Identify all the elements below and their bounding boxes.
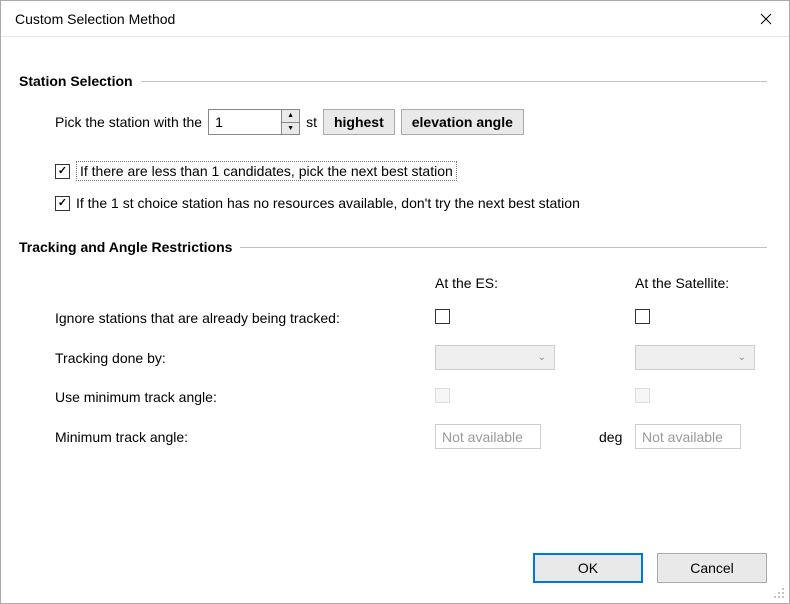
ordinal-row: Pick the station with the ▲ ▼ st highest…: [55, 109, 767, 135]
tracking-done-by-label: Tracking done by:: [55, 350, 435, 366]
titlebar: Custom Selection Method: [1, 1, 789, 37]
cancel-button[interactable]: Cancel: [657, 553, 767, 583]
use-min-angle-sat-checkbox: [635, 388, 650, 403]
tracking-header: Tracking and Angle Restrictions: [19, 239, 767, 255]
chevron-down-icon: ⌄: [738, 352, 746, 363]
fallback-checkbox-label[interactable]: If there are less than 1 candidates, pic…: [76, 161, 457, 181]
dialog-window: Custom Selection Method Station Selectio…: [0, 0, 790, 604]
tracking-done-by-es-dropdown[interactable]: ⌄: [435, 345, 555, 370]
ordinal-input[interactable]: [209, 110, 281, 134]
col-es-header: At the ES:: [435, 275, 595, 291]
content-area: Station Selection Pick the station with …: [1, 37, 789, 449]
close-button[interactable]: [743, 1, 789, 37]
no-resources-checkbox-row: If the 1 st choice station has no resour…: [55, 195, 767, 211]
chevron-down-icon: ⌄: [538, 352, 546, 363]
highest-button[interactable]: highest: [323, 109, 395, 135]
no-resources-checkbox-label[interactable]: If the 1 st choice station has no resour…: [76, 195, 580, 211]
divider: [240, 247, 767, 248]
ignore-tracked-label: Ignore stations that are already being t…: [55, 310, 435, 326]
no-resources-checkbox[interactable]: [55, 196, 70, 211]
tracking-done-by-sat-dropdown[interactable]: ⌄: [635, 345, 755, 370]
min-angle-label: Minimum track angle:: [55, 429, 435, 445]
close-icon: [760, 13, 772, 25]
col-sat-header: At the Satellite:: [635, 275, 790, 291]
spin-up-button[interactable]: ▲: [281, 110, 299, 123]
fallback-checkbox-row: If there are less than 1 candidates, pic…: [55, 161, 767, 181]
spin-down-button[interactable]: ▼: [281, 123, 299, 135]
use-min-angle-label: Use minimum track angle:: [55, 389, 435, 405]
fallback-checkbox[interactable]: [55, 164, 70, 179]
window-title: Custom Selection Method: [15, 11, 175, 27]
ordinal-spinbox[interactable]: ▲ ▼: [208, 109, 300, 135]
divider: [141, 81, 767, 82]
station-selection-header: Station Selection: [19, 73, 767, 89]
tracking-title: Tracking and Angle Restrictions: [19, 239, 232, 255]
min-angle-sat-input: [635, 424, 741, 449]
resize-grip[interactable]: [773, 587, 787, 601]
elevation-angle-button[interactable]: elevation angle: [401, 109, 524, 135]
deg-unit-es: deg: [595, 429, 635, 445]
ignore-tracked-es-checkbox[interactable]: [435, 309, 450, 324]
tracking-grid: At the ES: At the Satellite: Ignore stat…: [55, 275, 767, 449]
station-selection-title: Station Selection: [19, 73, 133, 89]
spin-buttons: ▲ ▼: [281, 110, 299, 134]
ok-button[interactable]: OK: [533, 553, 643, 583]
use-min-angle-es-checkbox: [435, 388, 450, 403]
pick-prefix: Pick the station with the: [55, 114, 202, 130]
min-angle-es-input: [435, 424, 541, 449]
ignore-tracked-sat-checkbox[interactable]: [635, 309, 650, 324]
dialog-buttons: OK Cancel: [533, 553, 767, 583]
pick-suffix: st: [306, 114, 317, 130]
